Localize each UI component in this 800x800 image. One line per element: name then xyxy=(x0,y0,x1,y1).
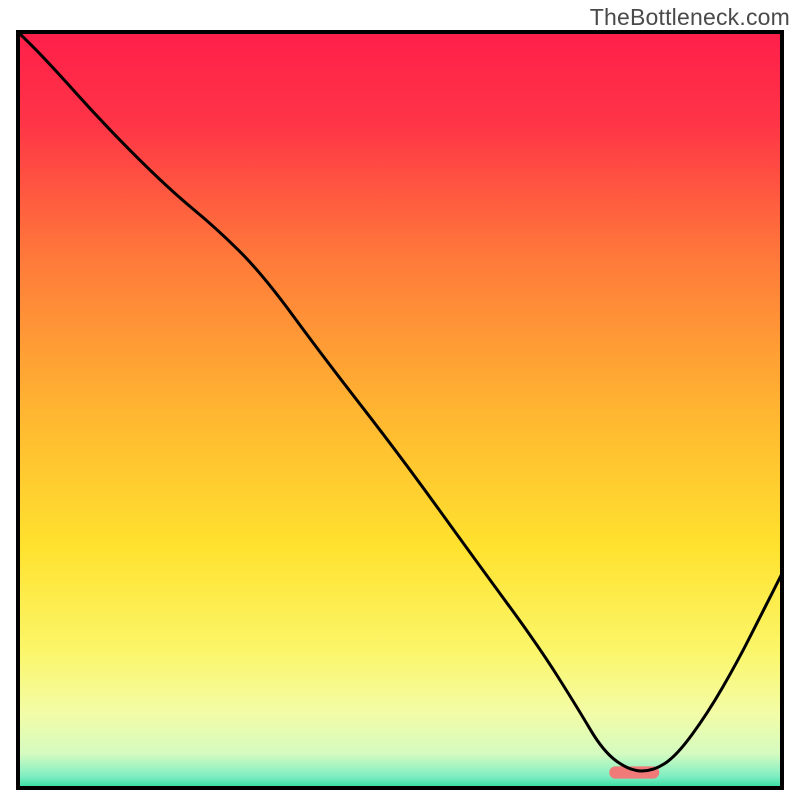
chart-gradient-bg xyxy=(18,32,782,788)
bottleneck-curve-chart xyxy=(16,30,784,790)
chart-container: TheBottleneck.com xyxy=(0,0,800,800)
watermark-text: TheBottleneck.com xyxy=(590,4,790,31)
